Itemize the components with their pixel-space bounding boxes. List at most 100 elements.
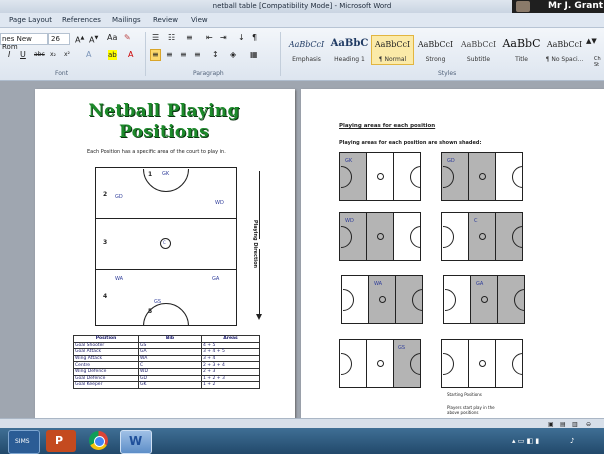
- sort-icon[interactable]: ↓: [238, 33, 245, 43]
- position-court: WA: [341, 275, 423, 324]
- tray-icons[interactable]: ▴ ▭ ◧ ▮: [512, 436, 539, 446]
- sims-taskbar-button[interactable]: SIMS: [8, 430, 40, 454]
- font-size-box[interactable]: 26: [48, 33, 70, 45]
- style-title[interactable]: AaBbC Title: [500, 35, 543, 65]
- position-court: GK: [339, 152, 421, 201]
- goal-circle: [341, 353, 352, 375]
- style-subtitle[interactable]: AaBbCcI Subtitle: [457, 35, 500, 65]
- style-sample: AaBbC: [330, 38, 369, 49]
- tab-view[interactable]: View: [191, 13, 208, 27]
- position-court: C: [441, 212, 523, 261]
- font-name-box[interactable]: nes New Rom: [0, 33, 48, 51]
- tab-references[interactable]: References: [62, 13, 101, 27]
- table-row: Wing Defence WD 2 + 3: [73, 367, 260, 376]
- starting-positions-label: Starting Positions: [447, 392, 482, 397]
- italic-button[interactable]: I: [8, 50, 10, 60]
- borders-icon[interactable]: ▦: [250, 50, 258, 60]
- change-case-button[interactable]: Aa: [107, 33, 117, 43]
- centre-circle: [479, 360, 486, 367]
- change-styles-button[interactable]: Ch St: [594, 56, 604, 68]
- superscript-button[interactable]: x²: [64, 50, 70, 60]
- style-heading-1[interactable]: AaBbC Heading 1: [328, 35, 371, 65]
- court-line: [395, 276, 396, 323]
- strikethrough-button[interactable]: abc: [34, 50, 45, 60]
- centre-circle: [377, 360, 384, 367]
- align-center-icon[interactable]: ≡: [166, 50, 173, 60]
- line-spacing-icon[interactable]: ↕: [212, 50, 219, 60]
- page-title-line-2: Positions: [119, 122, 209, 142]
- highlight-icon[interactable]: ab: [108, 50, 117, 60]
- chrome-icon[interactable]: [84, 430, 114, 452]
- cell: Goal Shooter: [73, 341, 139, 350]
- shrink-font-button[interactable]: A▼: [89, 33, 98, 46]
- court-line: [468, 213, 469, 260]
- word-taskbar-button[interactable]: W: [120, 430, 152, 454]
- court-third-line: [96, 218, 236, 219]
- word-glyph: W: [129, 434, 143, 448]
- position-court: GA: [443, 275, 525, 324]
- court-diagram: 1 GK 2 GD WD 3 C WA GA 4 GS 5: [95, 167, 237, 326]
- cell: 1 + 2 + 3: [201, 374, 260, 383]
- court-line: [368, 276, 369, 323]
- grow-font-button[interactable]: A▲: [75, 33, 84, 46]
- styles-scroll-icon[interactable]: ▲▼: [586, 36, 597, 46]
- court-line: [393, 153, 394, 200]
- goal-circle: [410, 226, 421, 248]
- court-line: [495, 340, 496, 387]
- powerpoint-icon[interactable]: P: [46, 430, 76, 452]
- tab-page-layout[interactable]: Page Layout: [9, 13, 52, 27]
- goal-circle: [512, 353, 523, 375]
- multilevel-list-icon[interactable]: ≡: [186, 33, 193, 43]
- text-effects-icon[interactable]: A: [86, 50, 91, 60]
- align-right-icon[interactable]: ≡: [180, 50, 187, 60]
- style-name: Heading 1: [334, 56, 365, 63]
- cell: WA: [138, 354, 202, 363]
- style-sample: AaBbCcI: [288, 40, 325, 49]
- increase-indent-icon[interactable]: ⇥: [220, 33, 227, 43]
- style-normal[interactable]: AaBbCcI ¶ Normal: [371, 35, 414, 65]
- align-left-icon[interactable]: ≡: [150, 49, 161, 61]
- user-account[interactable]: Mr J. Grant: [512, 0, 604, 13]
- style-name: Title: [515, 56, 528, 63]
- decrease-indent-icon[interactable]: ⇤: [206, 33, 213, 43]
- underline-button[interactable]: U: [20, 50, 26, 60]
- style-strong[interactable]: AaBbCcI Strong: [414, 35, 457, 65]
- court-position-label: WA: [374, 281, 383, 287]
- show-marks-icon[interactable]: ¶: [252, 33, 257, 43]
- style-name: ¶ No Spaci...: [545, 56, 584, 63]
- goal-circle: [512, 166, 523, 188]
- font-group-label: Font: [55, 70, 69, 77]
- shading-icon[interactable]: ◈: [230, 50, 236, 60]
- centre-circle: [479, 233, 486, 240]
- style-emphasis[interactable]: AaBbCcI Emphasis: [285, 35, 328, 65]
- bullets-icon[interactable]: ☰: [152, 33, 159, 43]
- sims-label: SIMS: [15, 438, 30, 445]
- zone-label: 1: [148, 171, 153, 178]
- arrow-head-icon: [256, 314, 262, 320]
- subscript-button[interactable]: x₂: [50, 50, 56, 60]
- position-label: GA: [212, 276, 220, 282]
- positions-table: Position Bib Areas Goal Shooter GS 4 + 5 G…: [73, 335, 260, 389]
- justify-icon[interactable]: ≡: [194, 50, 201, 60]
- style-sample: AaBbC: [502, 37, 541, 50]
- cell: 2 + 3: [201, 367, 260, 376]
- goal-circle: [445, 289, 456, 311]
- zone-label: 5: [148, 308, 153, 315]
- cell: GA: [138, 348, 202, 356]
- table-row: Goal Defence GD 1 + 2 + 3: [73, 374, 260, 383]
- avatar: [516, 1, 530, 12]
- font-color-icon[interactable]: A: [128, 50, 133, 60]
- style-no-spacing[interactable]: AaBbCcI ¶ No Spaci...: [543, 35, 586, 65]
- tab-review[interactable]: Review: [153, 13, 178, 27]
- document-page-2[interactable]: Playing areas for each position Playing …: [301, 89, 604, 418]
- goal-circle: [341, 166, 352, 188]
- court-line: [366, 340, 367, 387]
- clear-format-icon[interactable]: ✎: [124, 33, 131, 43]
- document-page-1[interactable]: Netball Playing Positions Each Position …: [35, 89, 295, 418]
- table-header: Bib: [138, 335, 202, 343]
- volume-icon[interactable]: ♪: [570, 436, 574, 446]
- numbering-icon[interactable]: ☷: [168, 33, 175, 43]
- court-position-label: GS: [398, 345, 406, 351]
- tab-mailings[interactable]: Mailings: [112, 13, 141, 27]
- style-name: Emphasis: [292, 56, 321, 63]
